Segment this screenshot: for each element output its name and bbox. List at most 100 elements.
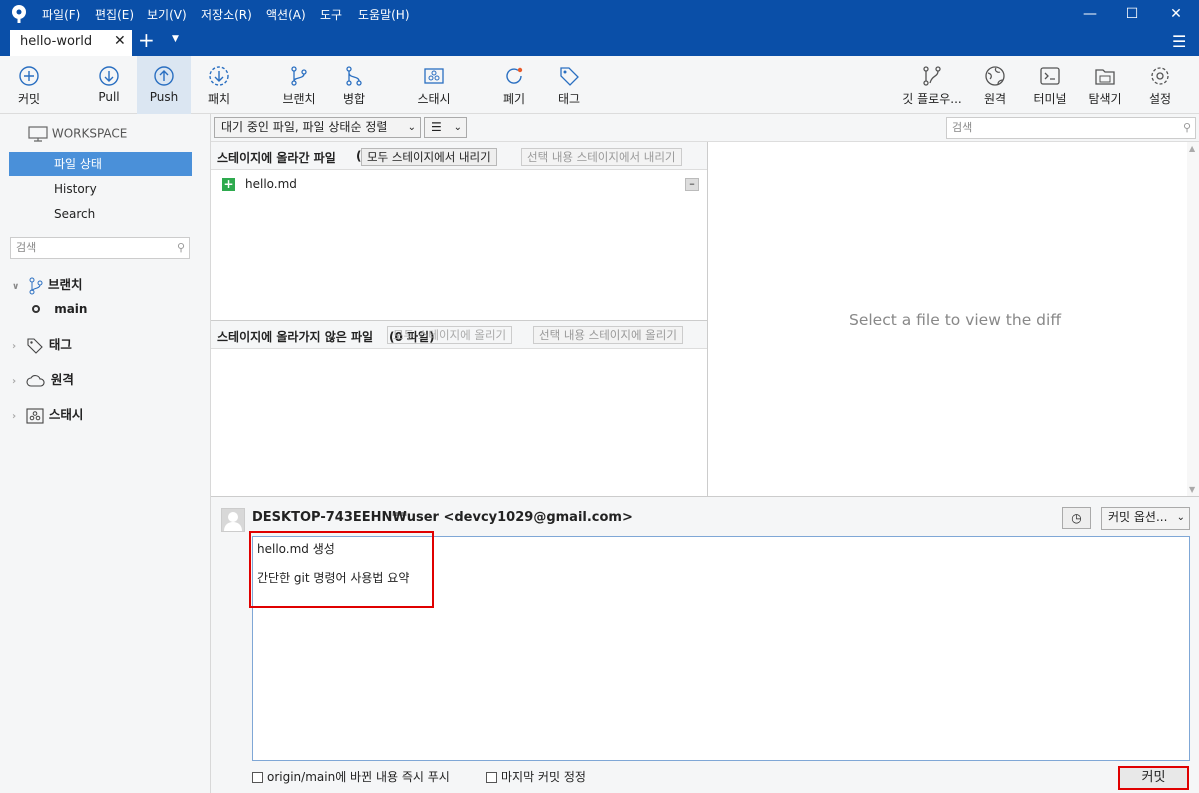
settings-button[interactable]: 설정	[1138, 56, 1182, 114]
diff-scrollbar[interactable]: ▲ ▼	[1187, 142, 1199, 496]
checkbox-box	[486, 772, 497, 783]
git-flow-icon	[923, 66, 941, 86]
menu-help[interactable]: 도움말(H)	[358, 6, 410, 23]
file-search-placeholder: 검색	[952, 121, 973, 134]
branch-label: 브랜치	[282, 92, 316, 106]
commit-history-button[interactable]: ◷	[1062, 507, 1091, 529]
stash-label: 스태시	[417, 92, 451, 106]
tag-icon	[27, 337, 44, 354]
workspace-header: WORKSPACE	[28, 126, 127, 142]
fetch-button[interactable]: 패치	[195, 56, 243, 114]
sidebar-item-file-status[interactable]: 파일 상태	[9, 152, 192, 176]
commit-toolbar-label: 커밋	[17, 92, 41, 106]
branch-icon	[29, 277, 43, 294]
scroll-up-icon[interactable]: ▲	[1189, 144, 1195, 153]
merge-icon	[346, 66, 362, 86]
workspace-label: WORKSPACE	[51, 126, 128, 141]
sidebar-remotes-label: 원격	[50, 372, 74, 387]
menu-tools[interactable]: 도구	[320, 6, 342, 23]
commit-area: DESKTOP-743EEHN₩user <devcy1029@gmail.co…	[211, 496, 1199, 793]
sidebar-branches-group[interactable]: ∨ 브랜치	[12, 274, 83, 295]
sidebar: WORKSPACE 파일 상태 History Search 검색 ⚲ ∨ 브랜…	[0, 114, 211, 793]
git-flow-button[interactable]: 깃 플로우...	[896, 56, 968, 114]
sidebar-branches-label: 브랜치	[48, 277, 83, 292]
avatar	[221, 508, 245, 532]
tag-button[interactable]: 태그	[545, 56, 593, 114]
sidebar-item-history[interactable]: History	[54, 182, 97, 196]
chevron-down-icon: ⌄	[453, 122, 462, 133]
title-bar: 파일(F) 편집(E) 보기(V) 저장소(R) 액션(A) 도구 도움말(H)…	[0, 0, 1199, 56]
scroll-down-icon[interactable]: ▼	[1189, 485, 1195, 494]
minimize-icon[interactable]: —	[1080, 4, 1100, 24]
commit-options-dropdown[interactable]: 커밋 옵션... ⌄	[1101, 507, 1190, 530]
list-item[interactable]: + hello.md –	[211, 174, 705, 194]
sidebar-tags-group[interactable]: › 태그	[12, 334, 72, 355]
tab-dropdown-icon[interactable]: ▼	[172, 34, 179, 44]
staged-file-name: hello.md	[245, 177, 297, 191]
commit-button[interactable]: 커밋	[1118, 766, 1189, 790]
menu-file[interactable]: 파일(F)	[42, 6, 80, 23]
stage-all-button[interactable]: 모두 스테이지에 올리기	[387, 326, 513, 344]
unstage-file-icon[interactable]: –	[685, 178, 699, 191]
menu-view[interactable]: 보기(V)	[147, 6, 187, 23]
terminal-button[interactable]: 터미널	[1026, 56, 1074, 114]
commit-toolbar-button[interactable]: 커밋	[4, 56, 54, 114]
gear-icon	[1151, 67, 1169, 85]
menu-bar: 파일(F) 편집(E) 보기(V) 저장소(R) 액션(A) 도구 도움말(H)…	[0, 0, 1199, 28]
arrow-down-circle-icon	[99, 66, 119, 86]
sidebar-remotes-group[interactable]: › 원격	[12, 369, 74, 388]
maximize-icon[interactable]: ☐	[1122, 4, 1142, 24]
stage-selected-button[interactable]: 선택 내용 스테이지에 올리기	[533, 326, 683, 344]
explorer-button[interactable]: 탐색기	[1080, 56, 1130, 114]
fetch-label: 패치	[207, 92, 231, 106]
search-icon: ⚲	[176, 241, 185, 254]
repo-tab-label: hello-world	[20, 34, 93, 49]
terminal-label: 터미널	[1033, 92, 1067, 106]
sidebar-search-placeholder: 검색	[16, 241, 37, 254]
sort-dropdown[interactable]: 대기 중인 파일, 파일 상태순 정렬 ⌄	[214, 117, 421, 138]
pull-button[interactable]: Pull	[83, 56, 135, 114]
menu-repository[interactable]: 저장소(R)	[201, 6, 252, 23]
sidebar-item-search[interactable]: Search	[54, 207, 95, 221]
remote-label: 원격	[983, 92, 1007, 106]
push-immediately-checkbox[interactable]: origin/main에 바뀐 내용 즉시 푸시	[252, 768, 450, 785]
stash-button[interactable]: 스태시	[405, 56, 463, 114]
sidebar-branch-main[interactable]: main	[32, 302, 87, 316]
git-flow-label: 깃 플로우...	[902, 92, 962, 106]
remote-button[interactable]: 원격	[974, 56, 1016, 114]
settings-label: 설정	[1148, 92, 1172, 106]
sidebar-search-input[interactable]: 검색 ⚲	[10, 237, 190, 259]
discard-button[interactable]: 폐기	[490, 56, 538, 114]
repo-tab[interactable]: hello-world ✕	[10, 30, 132, 56]
chevron-down-icon: ⌄	[407, 122, 416, 133]
menu-actions[interactable]: 액션(A)	[266, 6, 306, 23]
unstage-all-button[interactable]: 모두 스테이지에서 내리기	[361, 148, 497, 166]
push-button[interactable]: Push	[137, 56, 191, 114]
explorer-label: 탐색기	[1088, 92, 1122, 106]
hamburger-menu-icon[interactable]: ☰	[1172, 32, 1186, 51]
file-added-icon: +	[222, 177, 235, 191]
sidebar-stashes-group[interactable]: › 스태시	[12, 404, 83, 424]
amend-checkbox[interactable]: 마지막 커밋 정정	[486, 768, 586, 785]
app-logo-icon	[10, 4, 28, 27]
globe-icon	[985, 66, 1005, 86]
branch-button[interactable]: 브랜치	[273, 56, 325, 114]
amend-label: 마지막 커밋 정정	[501, 770, 586, 784]
unstaged-header: 스테이지에 올라가지 않은 파일 (0 파일) 모두 스테이지에 올리기 선택 …	[211, 321, 707, 349]
close-tab-icon[interactable]: ✕	[114, 33, 126, 49]
unstage-selected-button[interactable]: 선택 내용 스테이지에서 내리기	[521, 148, 682, 166]
checkbox-box	[252, 772, 263, 783]
push-immediately-label: origin/main에 바뀐 내용 즉시 푸시	[267, 770, 450, 784]
tag-icon	[560, 67, 579, 86]
menu-edit[interactable]: 편집(E)	[95, 6, 134, 23]
merge-label: 병합	[342, 92, 366, 106]
folder-icon	[1095, 69, 1115, 85]
arrow-up-circle-icon	[154, 66, 174, 86]
file-search-input[interactable]: 검색 ⚲	[946, 117, 1196, 139]
chevron-down-icon: ∨	[12, 282, 20, 292]
close-window-icon[interactable]: ✕	[1166, 4, 1186, 24]
discard-icon	[506, 67, 523, 84]
new-tab-icon[interactable]: +	[138, 28, 155, 52]
merge-button[interactable]: 병합	[329, 56, 379, 114]
view-mode-dropdown[interactable]: ☰ ⌄	[424, 117, 467, 138]
